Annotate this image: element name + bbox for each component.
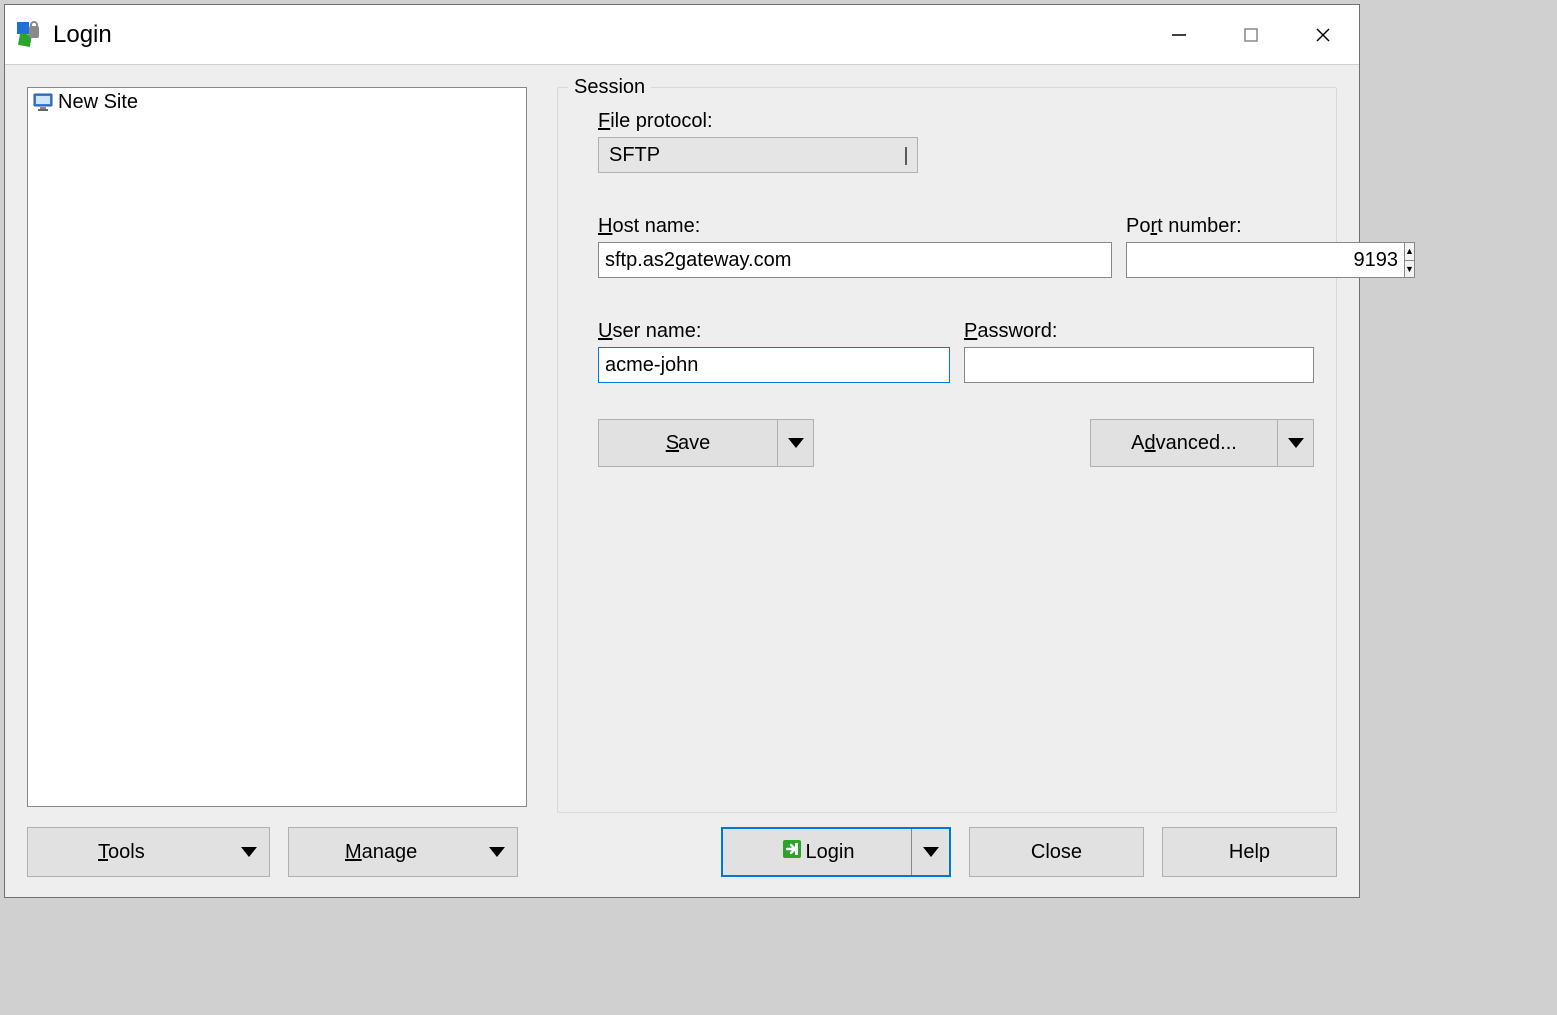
- file-protocol-select[interactable]: SFTP: [598, 137, 918, 173]
- host-name-input[interactable]: [598, 242, 1112, 278]
- caret-down-icon: [923, 847, 939, 857]
- password-input[interactable]: [964, 347, 1314, 383]
- user-name-label: User name:: [598, 320, 950, 343]
- save-button[interactable]: Save: [598, 419, 814, 467]
- tools-button[interactable]: Tools: [27, 827, 270, 877]
- minimize-button[interactable]: [1143, 5, 1215, 64]
- help-button[interactable]: Help: [1162, 827, 1337, 877]
- advanced-button[interactable]: Advanced...: [1090, 419, 1314, 467]
- port-number-spinner[interactable]: ▲ ▼: [1126, 242, 1314, 278]
- port-spin-up[interactable]: ▲: [1405, 243, 1414, 260]
- host-name-label: Host name:: [598, 215, 1112, 238]
- close-button-label: Close: [1031, 841, 1082, 864]
- port-number-input[interactable]: [1126, 242, 1404, 278]
- caret-down-icon: [489, 847, 505, 857]
- login-button[interactable]: Login: [721, 827, 951, 877]
- manage-button[interactable]: Manage: [288, 827, 518, 877]
- port-spinner-buttons: ▲ ▼: [1404, 242, 1415, 278]
- user-name-input[interactable]: [598, 347, 950, 383]
- advanced-button-dropdown[interactable]: [1277, 420, 1313, 466]
- login-window: Login: [4, 4, 1360, 898]
- chevron-down-icon: [905, 147, 907, 163]
- password-label: Password:: [964, 320, 1314, 343]
- caret-down-icon: [788, 438, 804, 448]
- site-item-new-site[interactable]: New Site: [28, 88, 526, 116]
- port-number-label: Port number:: [1126, 215, 1314, 238]
- close-button[interactable]: Close: [969, 827, 1144, 877]
- save-button-dropdown[interactable]: [777, 420, 813, 466]
- caret-down-icon: [1288, 438, 1304, 448]
- caret-down-icon: [241, 847, 257, 857]
- file-protocol-label: FFile protocol:ile protocol:: [598, 110, 1314, 133]
- session-groupbox: Session FFile protocol:ile protocol: SFT…: [557, 87, 1337, 813]
- login-icon: [780, 837, 804, 867]
- site-list[interactable]: New Site: [27, 87, 527, 807]
- site-item-label: New Site: [58, 91, 138, 114]
- bottom-button-bar: Tools Manage Tools Manage: [27, 827, 1337, 883]
- window-controls: [1143, 5, 1359, 64]
- window-title: Login: [53, 21, 1143, 49]
- port-spin-down[interactable]: ▼: [1405, 260, 1414, 278]
- login-button-dropdown[interactable]: [911, 829, 949, 875]
- monitor-icon: [32, 91, 54, 113]
- file-protocol-value: SFTP: [609, 144, 660, 167]
- upper-panel: New Site Session FFile protocol:ile prot…: [27, 87, 1337, 813]
- maximize-button[interactable]: [1215, 5, 1287, 64]
- app-icon: [15, 20, 45, 50]
- login-button-label: Login: [806, 841, 855, 864]
- client-area: New Site Session FFile protocol:ile prot…: [5, 65, 1359, 897]
- close-window-button[interactable]: [1287, 5, 1359, 64]
- titlebar: Login: [5, 5, 1359, 65]
- session-legend: Session: [568, 76, 651, 99]
- help-button-label: Help: [1229, 841, 1270, 864]
